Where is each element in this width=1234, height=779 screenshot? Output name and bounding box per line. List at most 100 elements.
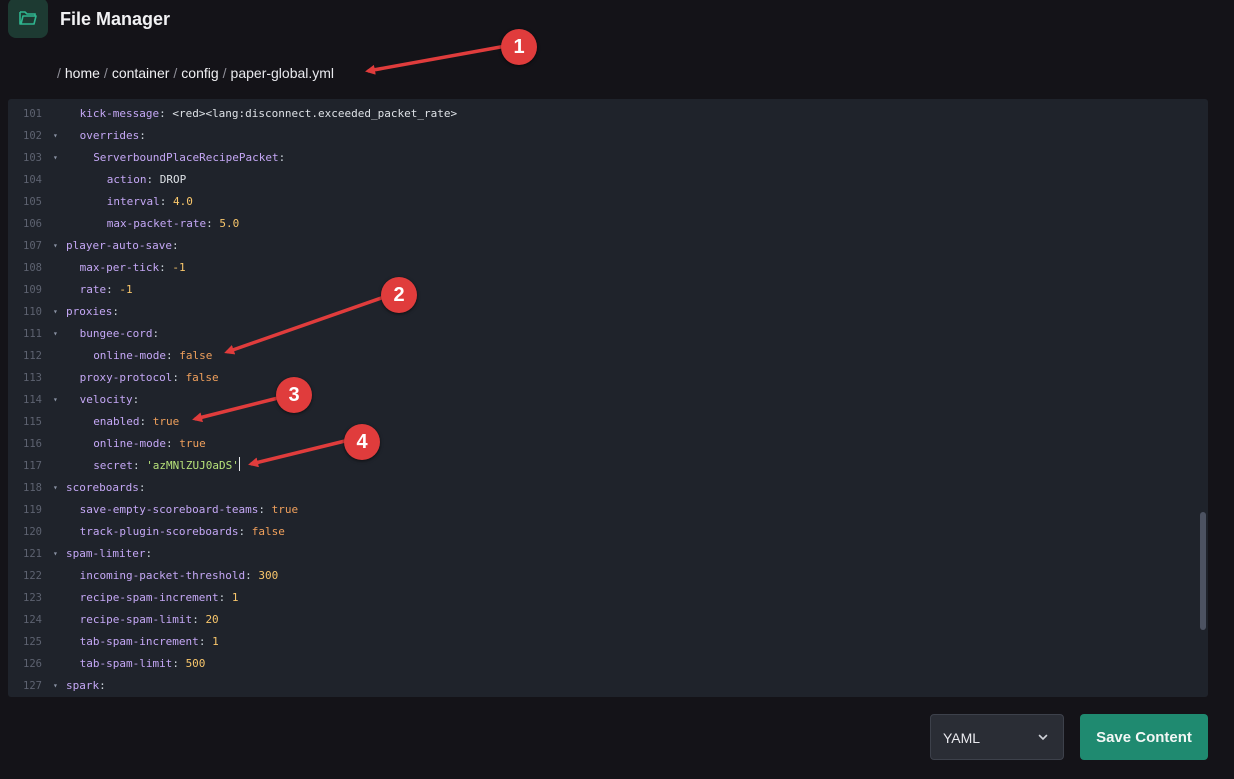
code-line[interactable]: 119 save-empty-scoreboard-teams: true: [8, 499, 1198, 521]
code-content: recipe-spam-increment: 1: [80, 587, 239, 609]
code-content: interval: 4.0: [107, 191, 193, 213]
editor-scrollbar[interactable]: [1200, 512, 1206, 630]
line-number: 127: [23, 680, 42, 692]
yaml-key: incoming-packet-threshold: [79, 569, 246, 582]
code-line[interactable]: 112 online-mode: false: [8, 345, 1198, 367]
fold-toggle-icon[interactable]: ▾: [53, 301, 58, 323]
yaml-colon: :: [146, 173, 154, 186]
code-line[interactable]: 108 max-per-tick: -1: [8, 257, 1198, 279]
line-number: 118: [23, 482, 42, 494]
yaml-key: scoreboards: [66, 481, 139, 494]
code-line[interactable]: 116 online-mode: true: [8, 433, 1198, 455]
yaml-colon: :: [172, 657, 179, 670]
yaml-key: track-plugin-scoreboards: [79, 525, 239, 538]
breadcrumb-container[interactable]: container: [112, 65, 170, 81]
code-line[interactable]: 103 ▾ ServerboundPlaceRecipePacket:: [8, 147, 1198, 169]
line-number: 119: [23, 504, 42, 516]
folder-open-icon: [8, 0, 48, 38]
yaml-value: 1: [231, 591, 239, 604]
fold-toggle-icon[interactable]: ▾: [53, 235, 58, 257]
code-line[interactable]: 123 recipe-spam-increment: 1: [8, 587, 1198, 609]
fold-toggle-icon[interactable]: ▾: [53, 389, 58, 411]
code-line[interactable]: 110 ▾ proxies:: [8, 301, 1198, 323]
code-line[interactable]: 104 action: DROP: [8, 169, 1198, 191]
code-line[interactable]: 101 kick-message: <red><lang:disconnect.e…: [8, 103, 1198, 125]
code-content: rate: -1: [80, 279, 133, 301]
code-content: tab-spam-limit: 500: [80, 653, 206, 675]
line-number: 113: [23, 372, 42, 384]
code-line[interactable]: 117 secret: 'azMNlZUJ0aDS': [8, 455, 1198, 477]
yaml-key: overrides: [79, 129, 140, 142]
yaml-colon: :: [166, 349, 173, 362]
breadcrumb-config[interactable]: config: [181, 65, 218, 81]
annotation-badge-2: 2: [381, 277, 417, 313]
yaml-colon: :: [278, 151, 286, 164]
breadcrumb-home[interactable]: home: [65, 65, 100, 81]
line-number: 103: [23, 152, 42, 164]
app-title: File Manager: [60, 9, 171, 29]
fold-toggle-icon[interactable]: ▾: [53, 125, 58, 147]
code-line[interactable]: 109 rate: -1: [8, 279, 1198, 301]
fold-toggle-icon[interactable]: ▾: [53, 323, 58, 345]
yaml-key: proxy-protocol: [79, 371, 173, 384]
fold-toggle-icon[interactable]: ▾: [53, 147, 58, 169]
line-number: 123: [23, 592, 42, 604]
line-number: 108: [23, 262, 42, 274]
yaml-key: rate: [79, 283, 107, 296]
yaml-key: spam-limiter: [66, 547, 146, 560]
yaml-colon: :: [166, 437, 173, 450]
code-line[interactable]: 102 ▾ overrides:: [8, 125, 1198, 147]
yaml-key: velocity: [79, 393, 133, 406]
fold-toggle-icon[interactable]: ▾: [53, 543, 58, 565]
yaml-value: true: [152, 415, 180, 428]
code-line[interactable]: 122 incoming-packet-threshold: 300: [8, 565, 1198, 587]
code-content: spam-limiter:: [66, 543, 152, 565]
code-line[interactable]: 121 ▾ spam-limiter:: [8, 543, 1198, 565]
language-select-value: YAML: [943, 730, 981, 746]
code-editor[interactable]: 101 kick-message: <red><lang:disconnect.e…: [8, 99, 1208, 697]
breadcrumb-current-file: paper-global.yml: [230, 65, 335, 81]
code-line[interactable]: 124 recipe-spam-limit: 20: [8, 609, 1198, 631]
line-number: 111: [23, 328, 42, 340]
line-number: 106: [23, 218, 42, 230]
code-line[interactable]: 126 tab-spam-limit: 500: [8, 653, 1198, 675]
yaml-colon: :: [132, 393, 140, 406]
yaml-value: 5.0: [219, 217, 240, 230]
yaml-key: recipe-spam-limit: [79, 613, 193, 626]
line-number: 125: [23, 636, 42, 648]
code-line[interactable]: 114 ▾ velocity:: [8, 389, 1198, 411]
yaml-key: save-empty-scoreboard-teams: [79, 503, 259, 516]
code-content: max-packet-rate: 5.0: [107, 213, 239, 235]
yaml-value: false: [185, 371, 219, 384]
yaml-colon: :: [139, 129, 146, 142]
yaml-key: player-auto-save: [66, 239, 172, 252]
yaml-colon: :: [198, 635, 206, 648]
yaml-key: online-mode: [93, 437, 167, 450]
yaml-colon: :: [132, 459, 140, 472]
language-select[interactable]: YAML: [930, 714, 1064, 760]
yaml-key: recipe-spam-increment: [79, 591, 219, 604]
code-line[interactable]: 115 enabled: true: [8, 411, 1198, 433]
fold-toggle-icon[interactable]: ▾: [53, 477, 58, 499]
code-line[interactable]: 127 ▾ spark:: [8, 675, 1198, 697]
code-line[interactable]: 118 ▾ scoreboards:: [8, 477, 1198, 499]
code-line[interactable]: 106 max-packet-rate: 5.0: [8, 213, 1198, 235]
yaml-colon: :: [139, 415, 147, 428]
yaml-colon: :: [112, 305, 119, 318]
annotation-arrow-1: [365, 44, 507, 75]
code-line[interactable]: 113 proxy-protocol: false: [8, 367, 1198, 389]
code-content: proxies:: [66, 301, 119, 323]
code-line[interactable]: 107 ▾ player-auto-save:: [8, 235, 1198, 257]
yaml-colon: :: [99, 679, 106, 692]
yaml-key: kick-message: [79, 107, 160, 120]
code-line[interactable]: 111 ▾ bungee-cord:: [8, 323, 1198, 345]
yaml-key: enabled: [93, 415, 140, 428]
code-line[interactable]: 120 track-plugin-scoreboards: false: [8, 521, 1198, 543]
code-line[interactable]: 125 tab-spam-increment: 1: [8, 631, 1198, 653]
breadcrumb-separator: /: [57, 65, 61, 81]
line-number: 110: [23, 306, 42, 318]
code-line[interactable]: 105 interval: 4.0: [8, 191, 1198, 213]
yaml-value: <red><lang:disconnect.exceeded_packet_ra…: [172, 107, 458, 120]
fold-toggle-icon[interactable]: ▾: [53, 675, 58, 697]
save-content-button[interactable]: Save Content: [1080, 714, 1208, 760]
